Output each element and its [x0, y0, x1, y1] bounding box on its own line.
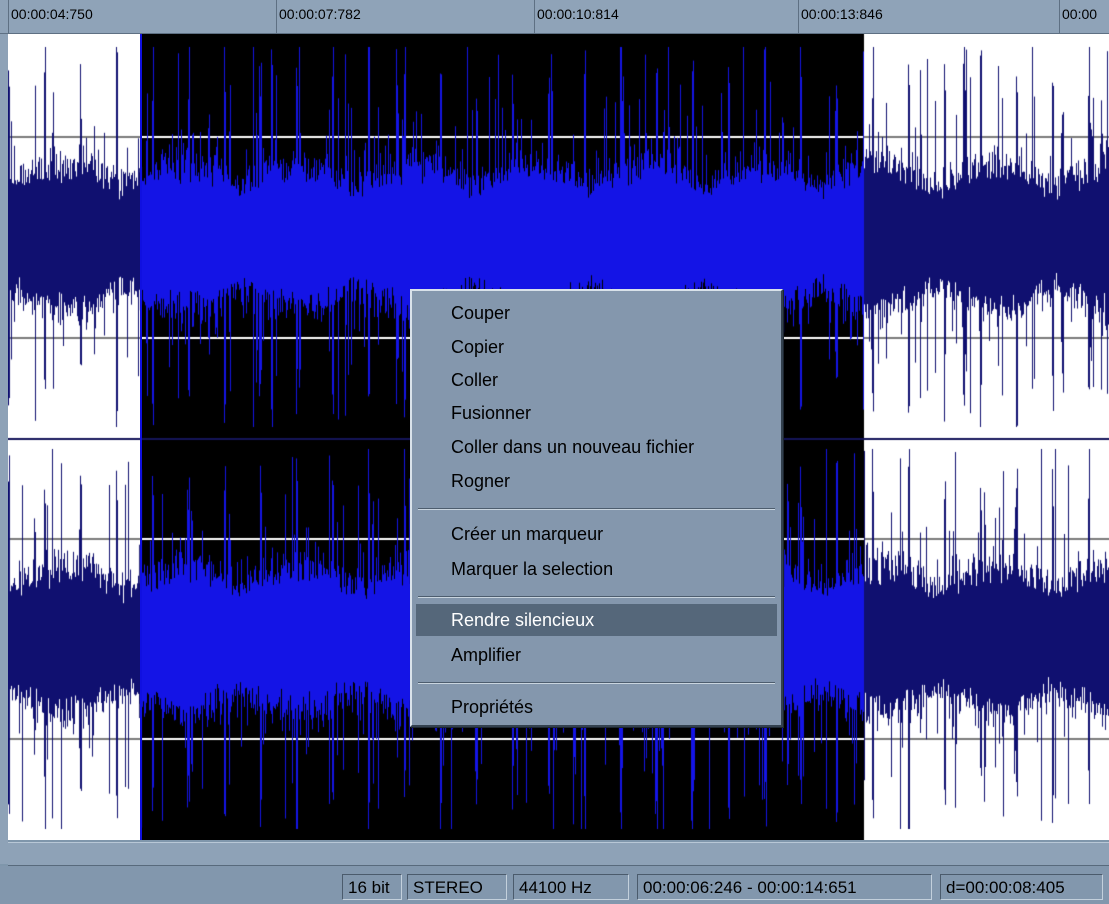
menu-item-coller-nouveau-fichier[interactable]: Coller dans un nouveau fichier — [416, 431, 777, 463]
channels-field: STEREO — [407, 874, 507, 900]
menu-item-couper[interactable]: Couper — [416, 297, 777, 329]
timeline-ruler[interactable]: 00:00:04:750 00:00:07:782 00:00:10:814 0… — [0, 0, 1109, 34]
timeline-tick-mark — [534, 0, 535, 33]
menu-item-amplifier[interactable]: Amplifier — [416, 639, 777, 671]
menu-item-rogner[interactable]: Rogner — [416, 465, 777, 497]
context-menu: Couper Copier Coller Fusionner Coller da… — [410, 289, 783, 727]
timeline-tick: 00:00:13:846 — [801, 6, 883, 22]
menu-item-marquer-selection[interactable]: Marquer la selection — [416, 553, 777, 585]
timeline-tick: 00:00 — [1062, 6, 1098, 22]
bit-depth-field: 16 bit — [342, 874, 402, 900]
menu-item-rendre-silencieux[interactable]: Rendre silencieux — [416, 604, 777, 636]
menu-item-fusionner[interactable]: Fusionner — [416, 397, 777, 429]
selection-start-marker[interactable] — [140, 34, 142, 840]
menu-item-creer-marqueur[interactable]: Créer un marqueur — [416, 518, 777, 550]
sample-rate-field: 44100 Hz — [513, 874, 629, 900]
horizontal-scrollbar[interactable] — [8, 842, 1109, 866]
status-bar: 16 bit STEREO 44100 Hz 00:00:06:246 - 00… — [0, 866, 1109, 904]
selection-duration-field: d=00:00:08:405 — [940, 874, 1103, 900]
timeline-tick-mark — [798, 0, 799, 33]
selection-range-field: 00:00:06:246 - 00:00:14:651 — [637, 874, 932, 900]
timeline-tick-mark — [1059, 0, 1060, 33]
menu-item-coller[interactable]: Coller — [416, 364, 777, 396]
menu-item-copier[interactable]: Copier — [416, 331, 777, 363]
left-edge-strip — [0, 34, 8, 864]
menu-separator — [418, 508, 775, 510]
menu-separator — [418, 596, 775, 598]
timeline-tick-mark — [8, 0, 9, 33]
timeline-tick: 00:00:04:750 — [11, 6, 93, 22]
timeline-tick: 00:00:10:814 — [537, 6, 619, 22]
menu-item-proprietes[interactable]: Propriétés — [416, 691, 777, 723]
timeline-tick: 00:00:07:782 — [279, 6, 361, 22]
menu-separator — [418, 682, 775, 684]
timeline-tick-mark — [276, 0, 277, 33]
